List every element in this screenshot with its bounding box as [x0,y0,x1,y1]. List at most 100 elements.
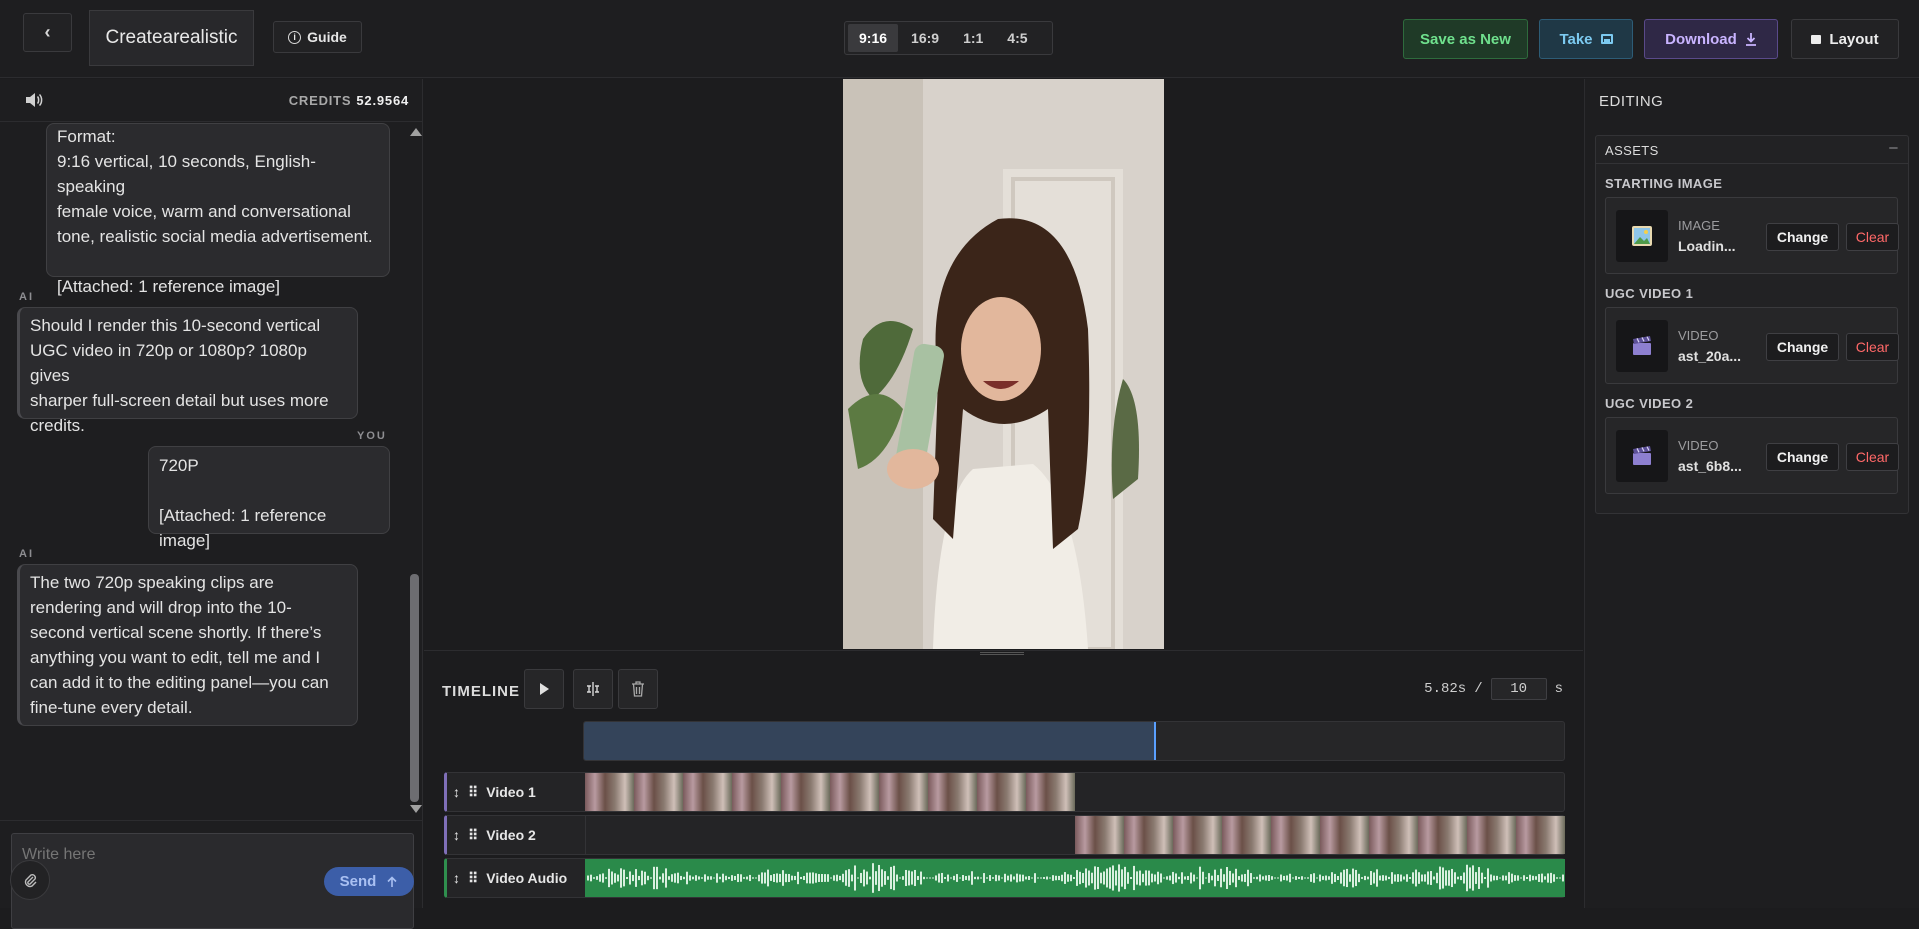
waveform-bar [923,876,925,880]
take-button[interactable]: Take [1539,19,1633,59]
speaker-icon[interactable] [24,90,44,110]
ratio-4-5[interactable]: 4:5 [996,24,1038,52]
change-button[interactable]: Change [1766,333,1839,361]
drag-handle-icon[interactable]: ↕ [453,827,460,843]
waveform-bar [1298,876,1300,880]
split-button[interactable] [573,669,613,709]
assets-header[interactable]: ASSETS – [1596,136,1908,164]
chevron-left-icon: ‹ [44,22,51,42]
waveform-bar [1364,875,1366,881]
waveform-bar [1490,874,1492,882]
play-button[interactable] [524,669,564,709]
track-name: Video 2 [486,827,536,843]
waveform-bar [920,871,922,885]
ratio-16-9[interactable]: 16:9 [900,24,950,52]
waveform-bar [1109,867,1111,889]
waveform-bar [839,875,841,881]
clear-button[interactable]: Clear [1846,223,1899,251]
playhead[interactable] [1154,722,1157,760]
grip-icon[interactable]: ⠿ [468,870,478,887]
waveform-bar [830,877,832,879]
waveform-bar [917,876,919,880]
grip-icon[interactable]: ⠿ [468,827,478,844]
drag-handle-icon[interactable]: ↕ [453,870,460,886]
waveform-bar [659,876,661,880]
waveform-bar [611,871,613,885]
resize-grip[interactable] [980,652,1024,655]
track-header: ↕ ⠿ Video Audio [447,859,586,897]
project-title[interactable]: Createarealistic [89,10,254,66]
track-name: Video 1 [486,784,536,800]
section-title: UGC VIDEO 1 [1605,286,1694,301]
waveform-bar [1001,877,1003,879]
download-button[interactable]: Download [1644,19,1778,59]
waveform-bar [1178,876,1180,880]
waveform-bar [1514,875,1516,881]
scroll-thumb[interactable] [410,574,419,802]
change-button[interactable]: Change [1766,443,1839,471]
credits-value: 52.9564 [356,93,409,108]
attach-button[interactable] [10,860,50,900]
layout-button[interactable]: Layout [1791,19,1899,59]
waveform-bar [1106,868,1108,888]
image-icon [1600,34,1613,44]
info-icon: i [288,30,302,44]
waveform-bar [1088,870,1090,886]
waveform-bar [1505,875,1507,881]
ratio-1-1[interactable]: 1:1 [952,24,994,52]
waveform-bar [929,877,931,879]
waveform-bar [680,875,682,881]
send-button[interactable]: Send [324,867,414,896]
chat-scrollbar[interactable] [408,122,422,819]
waveform-bar [650,877,652,879]
clear-button[interactable]: Clear [1846,333,1899,361]
waveform-bar [884,871,886,885]
waveform-bar [1121,869,1123,887]
waveform-bar [1460,875,1462,881]
clear-button[interactable]: Clear [1846,443,1899,471]
waveform-bar [722,873,724,883]
collapse-icon[interactable]: – [1889,139,1898,156]
video-preview[interactable] [843,79,1164,649]
scroll-up-arrow-icon[interactable] [410,128,422,136]
ratio-9-16[interactable]: 9:16 [848,24,899,52]
video-clip[interactable] [1075,816,1565,854]
waveform-bar [875,871,877,885]
asset-kind: IMAGE [1678,218,1720,233]
panel-resize-handle[interactable] [424,650,1583,655]
waveform-bar [809,872,811,884]
waveform-bar [1349,874,1351,882]
video-clip[interactable] [585,773,1075,811]
grip-icon[interactable]: ⠿ [468,784,478,801]
section-title: UGC VIDEO 2 [1605,396,1694,411]
chat-header: CREDITS 52.9564 [0,79,423,122]
duration-input[interactable]: 10 [1490,678,1547,700]
waveform-bar [1040,877,1042,879]
waveform-bar [689,875,691,881]
waveform-bar [953,875,955,881]
change-button[interactable]: Change [1766,223,1839,251]
waveform-bar [731,875,733,881]
waveform-bar [779,873,781,883]
message-role: AI [19,548,34,560]
waveform-bar [1334,873,1336,883]
waveform-bar [692,876,694,880]
timeline-ruler[interactable] [583,721,1565,761]
guide-button[interactable]: i Guide [273,21,362,53]
waveform-bar [1487,868,1489,888]
save-as-new-button[interactable]: Save as New [1403,19,1528,59]
waveform-bar [821,874,823,882]
delete-button[interactable] [618,669,658,709]
audio-clip[interactable] [585,859,1565,897]
waveform-bar [1079,871,1081,885]
waveform-bar [1532,875,1534,881]
drag-handle-icon[interactable]: ↕ [453,784,460,800]
waveform-bar [1427,871,1429,885]
scroll-down-arrow-icon[interactable] [410,805,422,813]
waveform-bar [1142,873,1144,883]
waveform-bar [1523,875,1525,881]
waveform-bar [1406,874,1408,882]
back-button[interactable]: ‹ [23,13,72,52]
waveform-bar [1481,872,1483,884]
waveform-bar [752,877,754,879]
